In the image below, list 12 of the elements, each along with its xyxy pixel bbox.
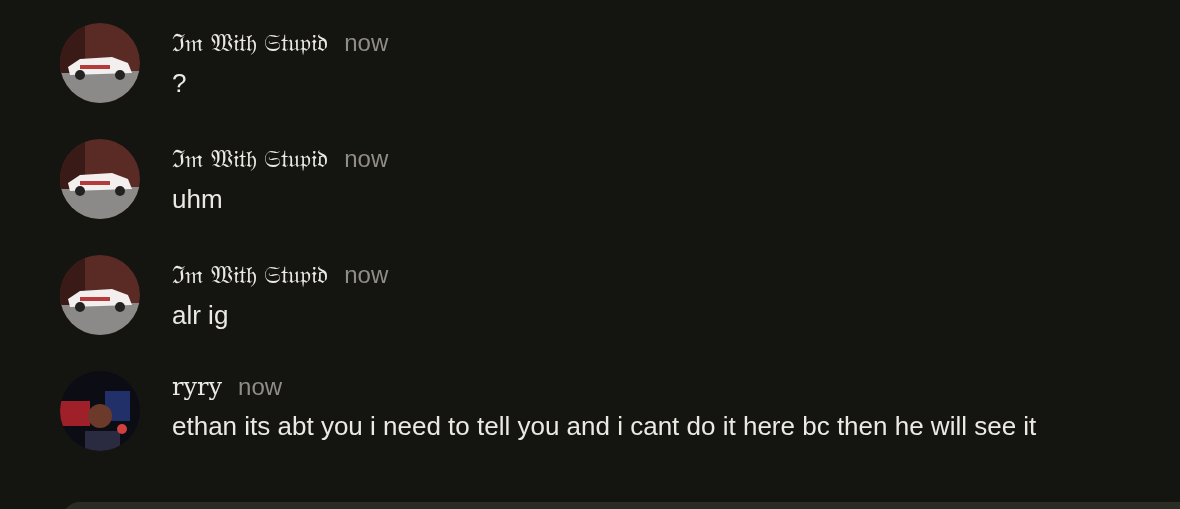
username[interactable]: ℑ𝔪 𝔚𝔦𝔱𝔥 𝔖𝔱𝔲𝔭𝔦𝔡	[172, 25, 329, 58]
username[interactable]: ℑ𝔪 𝔚𝔦𝔱𝔥 𝔖𝔱𝔲𝔭𝔦𝔡	[172, 257, 329, 290]
timestamp: now	[344, 29, 389, 57]
message-text: ?	[172, 68, 188, 99]
timestamp: now	[238, 373, 283, 401]
username[interactable]: ℑ𝔪 𝔚𝔦𝔱𝔥 𝔖𝔱𝔲𝔭𝔦𝔡	[172, 141, 329, 174]
timestamp: now	[344, 145, 389, 173]
message-text: ethan its abt you i need to tell you and i cant do it here bc then he will see it	[172, 411, 1037, 442]
message-text: uhm	[172, 184, 224, 215]
message-text: alr ig	[172, 300, 230, 331]
timestamp: now	[344, 261, 389, 289]
username[interactable]: ryry	[172, 373, 223, 401]
